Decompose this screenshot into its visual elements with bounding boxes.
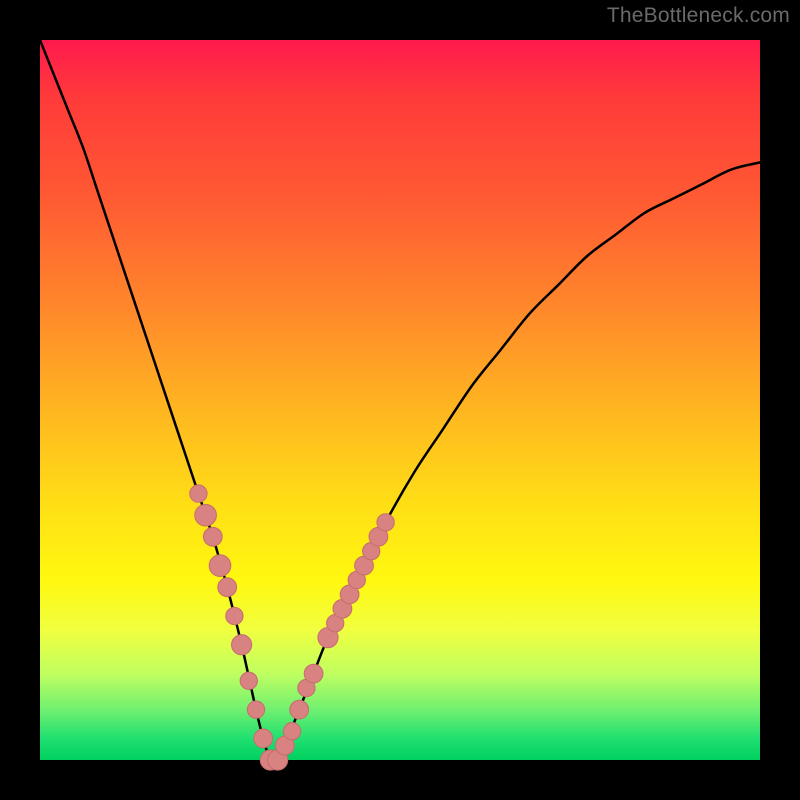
curve-marker xyxy=(218,578,237,597)
curve-marker xyxy=(209,555,231,577)
curve-marker xyxy=(290,700,309,719)
chart-root: TheBottleneck.com xyxy=(0,0,800,800)
bottleneck-curve xyxy=(40,40,760,762)
curve-marker xyxy=(195,504,217,526)
curve-marker xyxy=(203,527,222,546)
curve-marker xyxy=(304,664,323,683)
markers-group xyxy=(190,485,394,770)
curve-marker xyxy=(190,485,207,502)
curve-svg xyxy=(40,40,760,760)
curve-marker xyxy=(247,701,264,718)
curve-marker xyxy=(254,729,273,748)
curve-marker xyxy=(226,607,243,624)
curve-marker xyxy=(232,635,252,655)
watermark-text: TheBottleneck.com xyxy=(607,4,790,28)
plot-area xyxy=(40,40,760,760)
curve-marker xyxy=(283,723,300,740)
curve-marker xyxy=(377,514,394,531)
curve-marker xyxy=(240,672,257,689)
